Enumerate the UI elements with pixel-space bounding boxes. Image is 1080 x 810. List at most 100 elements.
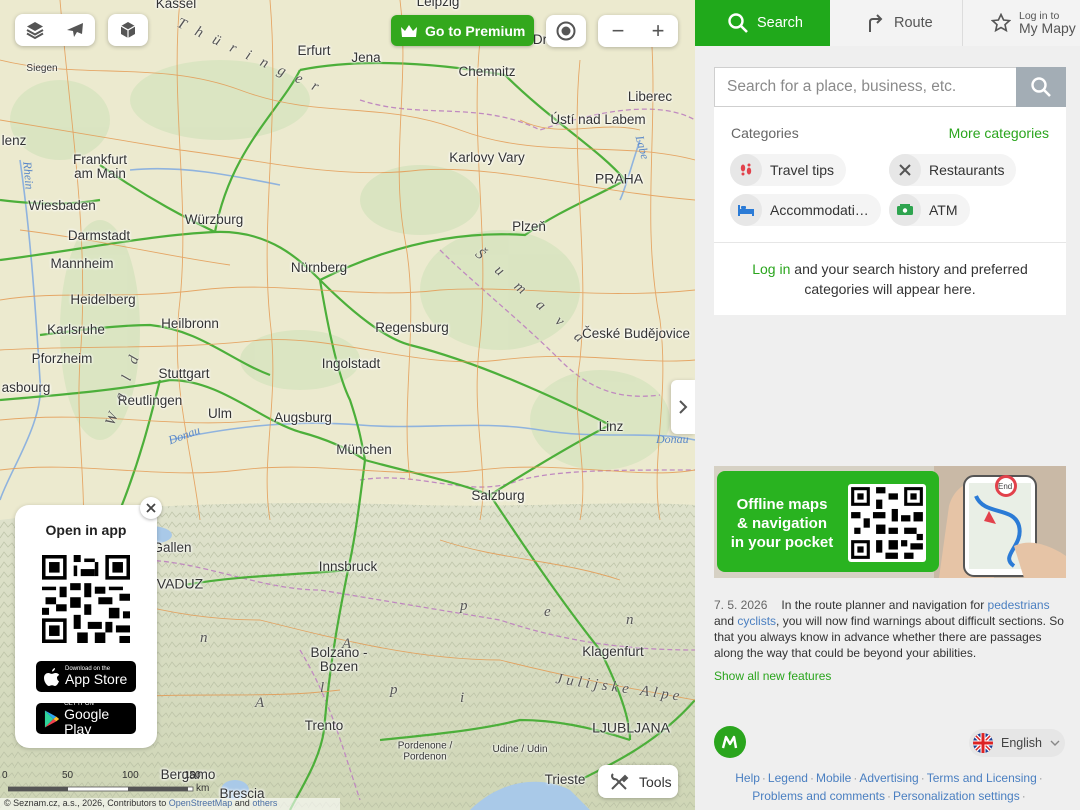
- tab-route[interactable]: Route: [830, 0, 963, 46]
- zoom-out-button[interactable]: −: [598, 15, 638, 47]
- region-label: n: [626, 612, 634, 628]
- search-box: [714, 67, 1066, 107]
- chevron-right-icon: [679, 400, 688, 414]
- tab-route-label: Route: [894, 15, 933, 31]
- footer-link-mobile[interactable]: Mobile: [816, 771, 851, 785]
- collapse-panel-button[interactable]: [671, 380, 695, 434]
- city-label: Trento: [304, 717, 344, 733]
- city-label: Würzburg: [184, 211, 244, 227]
- city-label: LJUBLJANA: [592, 719, 670, 736]
- city-label: Ústí nad Labem: [550, 111, 646, 127]
- city-label: Mannheim: [50, 255, 114, 271]
- footer-link-help[interactable]: Help: [735, 771, 760, 785]
- news-text-2: and: [714, 614, 738, 628]
- category-label: ATM: [929, 202, 958, 218]
- zoom-in-button[interactable]: +: [638, 15, 678, 47]
- others-link[interactable]: others: [252, 798, 277, 808]
- qr-code-icon[interactable]: [42, 555, 130, 643]
- tab-my-mapy[interactable]: Log in to My Mapy: [963, 0, 1080, 46]
- category-travel-tips[interactable]: Travel tips: [730, 154, 847, 186]
- my-location-button[interactable]: [546, 15, 586, 47]
- promo-qr-code-icon: [848, 484, 926, 562]
- app-store-badge[interactable]: Download on the App Store: [36, 661, 136, 692]
- close-app-card-button[interactable]: [140, 497, 162, 519]
- map-mode-group: [15, 14, 95, 46]
- scale-tick-150: 150: [184, 770, 201, 781]
- city-label: Leipzig: [416, 0, 460, 9]
- 3d-group: [108, 14, 148, 46]
- footer-link-legend[interactable]: Legend: [768, 771, 808, 785]
- login-prompt-text-2: categories will appear here.: [804, 281, 976, 297]
- city-label: PRAHA: [594, 170, 644, 187]
- 3d-view-button[interactable]: [108, 14, 148, 46]
- search-input[interactable]: [714, 67, 1016, 107]
- star-icon: [991, 13, 1011, 33]
- cash-icon: [889, 194, 921, 226]
- uk-flag-icon: [973, 733, 993, 753]
- category-restaurants[interactable]: Restaurants: [889, 154, 1017, 186]
- google-play-badge[interactable]: GET IT ON Google Play: [36, 701, 136, 736]
- google-play-icon: [44, 710, 60, 727]
- chevron-down-icon: [1050, 740, 1060, 746]
- news-item: 7. 5. 2026 In the route planner and navig…: [714, 597, 1066, 661]
- news-text-1: In the route planner and navigation for: [781, 598, 988, 612]
- offline-maps-banner[interactable]: End Offline maps & navigation in your po…: [714, 466, 1066, 578]
- bed-icon: [730, 194, 762, 226]
- footer-link-terms[interactable]: Terms and Licensing: [927, 771, 1037, 785]
- more-categories-link[interactable]: More categories: [949, 125, 1049, 141]
- city-label: Nürnberg: [290, 259, 348, 275]
- city-label: Heidelberg: [70, 291, 136, 307]
- language-label: English: [1001, 736, 1042, 750]
- cyclists-link[interactable]: cyclists: [737, 614, 776, 628]
- footer-link-personalization[interactable]: Personalization settings: [893, 789, 1020, 803]
- scale-tick-0: 0: [2, 770, 8, 781]
- city-label: Heilbronn: [161, 315, 219, 331]
- city-label: Linz: [598, 418, 624, 434]
- zoom-group: − +: [598, 15, 678, 47]
- premium-label: Go to Premium: [425, 22, 526, 39]
- tools-button[interactable]: Tools: [598, 765, 678, 798]
- map-attribution: © Seznam.cz, a.s., 2026, Contributors to…: [0, 798, 340, 810]
- search-submit-button[interactable]: [1016, 67, 1066, 107]
- city-label: lenz: [1, 132, 27, 148]
- login-link[interactable]: Log in: [752, 261, 790, 277]
- language-selector[interactable]: English: [969, 729, 1065, 757]
- show-all-features-link[interactable]: Show all new features: [714, 669, 831, 683]
- mapy-m-icon: [721, 735, 738, 749]
- river-label: Rhein: [20, 160, 37, 191]
- tab-search[interactable]: Search: [695, 0, 830, 46]
- scale-tick-100: 100: [122, 770, 139, 781]
- footer-link-advertising[interactable]: Advertising: [859, 771, 918, 785]
- category-accommodation[interactable]: Accommodati…: [730, 194, 881, 226]
- open-in-app-card: Open in app Download on the App Store GE…: [15, 505, 157, 748]
- map-scale: 0 50 100 150 km: [2, 770, 209, 797]
- city-label: Gallen: [152, 539, 192, 555]
- category-atm[interactable]: ATM: [889, 194, 970, 226]
- region-label: e: [544, 604, 551, 620]
- footer-link-problems[interactable]: Problems and comments: [752, 789, 885, 803]
- open-in-app-title: Open in app: [45, 522, 127, 538]
- airplane-button[interactable]: [55, 14, 95, 46]
- login-prompt: Log in and your search history and prefe…: [714, 259, 1066, 299]
- city-label: Augsburg: [274, 409, 332, 425]
- osm-link[interactable]: OpenStreetMap: [169, 798, 233, 808]
- pedestrians-link[interactable]: pedestrians: [988, 598, 1050, 612]
- city-label: Liberec: [627, 88, 673, 104]
- city-label: Karlovy Vary: [449, 149, 525, 165]
- search-icon: [1031, 77, 1051, 97]
- city-label: Siegen: [26, 62, 58, 74]
- map-canvas[interactable]: Kassel Leipzig Erfurt Jena Chemnitz Dr Siegen L…: [0, 0, 695, 810]
- city-label: Udine / Udin: [492, 743, 548, 755]
- layers-button[interactable]: [15, 14, 55, 46]
- region-label: p: [460, 598, 468, 614]
- attribution-and: and: [234, 798, 250, 808]
- go-to-premium-button[interactable]: Go to Premium: [391, 15, 535, 46]
- city-label: Ulm: [208, 405, 232, 421]
- city-label: Pordenone / Pordenon: [397, 740, 453, 762]
- river-label: Donau: [656, 432, 689, 446]
- mapy-logo[interactable]: [714, 726, 746, 758]
- promo-line-1: Offline maps: [736, 496, 828, 513]
- city-label: Innsbruck: [318, 558, 378, 574]
- fork-knife-icon: [889, 154, 921, 186]
- city-label: Chemnitz: [458, 63, 516, 79]
